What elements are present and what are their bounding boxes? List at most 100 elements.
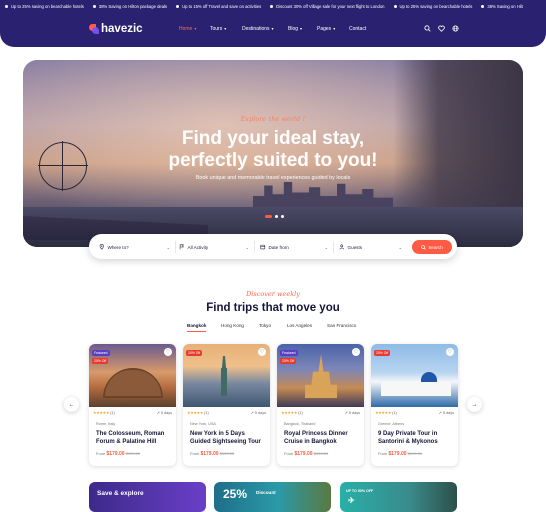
location-pin-icon (99, 244, 104, 250)
ticker-item[interactable]: Up to 25% saving on bearchable hotels (5, 4, 84, 9)
tour-price: From $179.00 $199.00 (190, 451, 235, 457)
tab-tokyo[interactable]: Tokyo (259, 323, 271, 328)
user-icon (339, 244, 344, 250)
tour-price: From $179.00 $199.00 (378, 451, 423, 457)
top-header: Up to 25% saving on bearchable hotels 38… (0, 0, 546, 47)
send-icon: ➚ (156, 411, 160, 415)
duration: ➚ 5 days (438, 411, 454, 415)
hero-title: Find your ideal stay, perfectly suited t… (168, 128, 378, 171)
search-button[interactable]: Search (412, 240, 452, 254)
promo-ticker: Up to 25% saving on bearchable hotels 38… (0, 0, 546, 12)
chevron-down-icon: ▾ (333, 26, 336, 31)
chevron-down-icon: ⌄ (324, 244, 328, 250)
featured-badge: Featured (92, 350, 110, 356)
carousel-next-button[interactable]: → (467, 397, 482, 412)
featured-badge: Featured (280, 350, 298, 356)
nav-blog[interactable]: Blog ▾ (288, 26, 302, 32)
discount-badge: 20% Off (374, 350, 391, 356)
section-eyebrow: Discover weekly (246, 290, 300, 298)
wishlist-heart-icon[interactable]: ♡ (446, 348, 454, 356)
arrow-right-icon: → (471, 401, 478, 408)
carousel-prev-button[interactable]: ← (64, 397, 79, 412)
slider-dot[interactable] (265, 215, 272, 218)
promo-banner[interactable]: UP TO 50% OFF ✈ (340, 482, 457, 512)
chevron-down-icon: ▾ (271, 26, 274, 31)
tour-location: Greece, Athens (378, 422, 405, 426)
guests-field[interactable]: Guests ⌄ (335, 241, 407, 253)
section-title: Find trips that move you (206, 302, 340, 314)
arrow-left-icon: ← (68, 401, 75, 408)
search-bar: Where to? ⌄ All Activity ⌄ Date from ⌄ Gues… (89, 234, 457, 259)
promo-banner[interactable]: Save & explore (89, 482, 206, 512)
tour-card[interactable]: 20% Off ♡ ★★★★★ (1) ➚ 5 days Greece, Athe… (371, 344, 458, 466)
tour-price: From $179.00 $199.00 (284, 451, 329, 457)
tour-title[interactable]: 9 Day Private Tour in Santorini & Mykono… (378, 430, 454, 446)
main-nav: havezic Home ▾ Tours ▾ Destinations ▾ Blog ▾… (0, 14, 546, 44)
tour-card[interactable]: Featured 20% Off ♡ ★★★★★ (1) ➚ 5 days Rom… (89, 344, 176, 466)
date-field[interactable]: Date from ⌄ (256, 241, 334, 253)
logo[interactable]: havezic (89, 23, 143, 35)
tour-card[interactable]: Featured 20% Off ♡ ★★★★★ (1) ➚ 5 days Ban… (277, 344, 364, 466)
ticker-item[interactable]: 38% Saving on Hilton package deals (92, 4, 167, 9)
tab-san-francisco[interactable]: San Francisco (327, 323, 356, 328)
heart-icon[interactable] (438, 25, 445, 32)
tour-price: From $179.00 $199.00 (96, 451, 141, 457)
send-icon: ➚ (438, 411, 442, 415)
slider-dot[interactable] (275, 215, 278, 218)
discount-badge: 20% Off (280, 358, 297, 364)
promo-banner[interactable]: 25% Discount (214, 482, 331, 512)
globe-icon[interactable] (452, 25, 459, 32)
tour-location: Rome, Italy (96, 422, 116, 426)
chevron-down-icon: ▾ (194, 26, 197, 31)
discount-badge: 20% Off (92, 358, 109, 364)
ticker-item[interactable]: 38% Saving on Hilt (481, 4, 523, 9)
chevron-down-icon: ⌄ (245, 244, 249, 250)
nav-pages[interactable]: Pages ▾ (317, 26, 335, 32)
tour-card[interactable]: 20% Off ♡ ★★★★★ (1) ➚ 5 days New York, US… (183, 344, 270, 466)
duration: ➚ 5 days (156, 411, 172, 415)
tour-title[interactable]: Royal Princess Dinner Cruise in Bangkok (284, 430, 360, 446)
city-tabs: Bangkok Hong Kong Tokyo Los Angeles San … (0, 323, 546, 335)
tab-los-angeles[interactable]: Los Angeles (287, 323, 312, 328)
send-icon: ➚ (250, 411, 254, 415)
ticker-item[interactable]: Up to 25% saving on bearchable hotels (393, 4, 472, 9)
rating-stars: ★★★★★ (93, 411, 110, 415)
ticker-item[interactable]: Up to 15% off Travel and save on activit… (176, 4, 261, 9)
duration: ➚ 5 days (344, 411, 360, 415)
tour-location: New York, USA (190, 422, 216, 426)
rating-stars: ★★★★★ (281, 411, 298, 415)
wishlist-heart-icon[interactable]: ♡ (258, 348, 266, 356)
calendar-icon (260, 245, 266, 250)
nav-home[interactable]: Home ▾ (179, 26, 196, 32)
where-field[interactable]: Where to? ⌄ (99, 241, 176, 253)
tour-title[interactable]: The Colosseum, Roman Forum & Palatine Hi… (96, 430, 172, 446)
send-icon: ➚ (344, 411, 348, 415)
nav-destinations[interactable]: Destinations ▾ (242, 26, 274, 32)
tab-bangkok[interactable]: Bangkok (187, 323, 207, 332)
slider-dot[interactable] (281, 215, 284, 218)
chevron-down-icon: ⌄ (166, 244, 170, 250)
tab-hong-kong[interactable]: Hong Kong (221, 323, 244, 328)
brand-name: havezic (101, 23, 143, 35)
chevron-down-icon: ⌄ (398, 244, 402, 250)
slider-dots (265, 215, 284, 218)
search-icon[interactable] (424, 25, 431, 32)
nav-contact[interactable]: Contact (349, 26, 366, 32)
logo-icon (89, 24, 99, 34)
duration: ➚ 5 days (250, 411, 266, 415)
flag-icon (179, 244, 184, 250)
nav-tours[interactable]: Tours ▾ (210, 26, 226, 32)
plane-icon: ✈ (348, 496, 355, 505)
wishlist-heart-icon[interactable]: ♡ (164, 348, 172, 356)
chevron-down-icon: ▾ (300, 26, 303, 31)
activity-select[interactable]: All Activity ⌄ (177, 241, 255, 253)
chevron-down-icon: ▾ (224, 26, 227, 31)
ticker-item[interactable]: Discount 30% off Village sale for your n… (270, 4, 385, 9)
wishlist-heart-icon[interactable]: ♡ (352, 348, 360, 356)
hero-eyebrow: Explore the world ! (240, 116, 306, 123)
tour-title[interactable]: New York in 5 Days Guided Sightseeing To… (190, 430, 266, 446)
hero-subtitle: Book unique and memorable travel experie… (195, 175, 351, 181)
discount-badge: 20% Off (186, 350, 203, 356)
rating-stars: ★★★★★ (375, 411, 392, 415)
search-icon (421, 244, 426, 250)
